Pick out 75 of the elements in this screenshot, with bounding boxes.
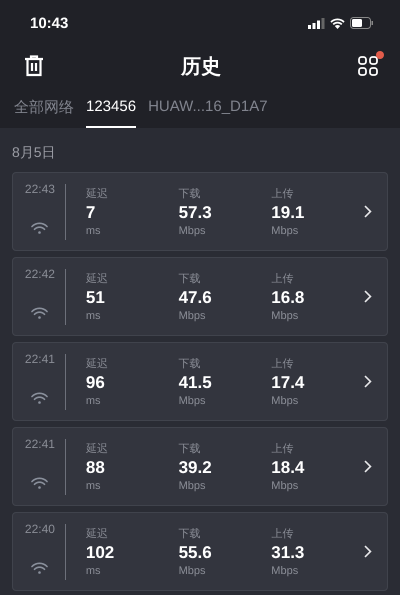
network-tab[interactable]: 全部网络 bbox=[14, 98, 74, 128]
chevron-right-icon bbox=[364, 460, 372, 473]
metric-unit: Mbps bbox=[178, 225, 206, 237]
date-heading: 8月5日 bbox=[12, 144, 57, 162]
wifi-icon bbox=[31, 562, 48, 574]
record-card[interactable]: 22:41 延迟 88 ms 下载 39.2 Mbps 上传 18.4 Mbps bbox=[12, 427, 388, 506]
metric-label: 下载 bbox=[178, 442, 202, 456]
metric-unit: ms bbox=[86, 395, 102, 407]
metric-label: 上传 bbox=[271, 357, 294, 371]
metric-label: 延迟 bbox=[86, 187, 109, 201]
metric-unit: Mbps bbox=[271, 480, 300, 492]
signal-icon bbox=[308, 18, 325, 28]
metric-value: 57.3 bbox=[178, 203, 213, 223]
metric-value: 41.5 bbox=[178, 373, 213, 393]
metric-label: 上传 bbox=[271, 272, 294, 286]
chevron-right-icon bbox=[364, 545, 372, 558]
wifi-icon bbox=[31, 477, 48, 489]
metric-label: 上传 bbox=[271, 187, 294, 201]
metric-value: 19.1 bbox=[271, 203, 306, 223]
metric-value: 17.4 bbox=[271, 373, 306, 393]
metric-unit: ms bbox=[86, 565, 102, 577]
metric-label: 下载 bbox=[178, 357, 202, 371]
metric-unit: Mbps bbox=[271, 310, 300, 322]
chevron-right-icon bbox=[364, 290, 372, 303]
chevron-right-icon bbox=[364, 375, 372, 388]
page-title: 历史 bbox=[181, 54, 221, 80]
wifi-icon bbox=[330, 18, 345, 28]
metric-label: 上传 bbox=[271, 442, 294, 456]
wifi-icon bbox=[31, 392, 48, 404]
chevron-right-icon bbox=[364, 205, 372, 218]
record-time: 22:41 bbox=[24, 437, 55, 451]
metric-value: 7 bbox=[86, 203, 96, 223]
metric-value: 16.8 bbox=[271, 288, 306, 308]
metric-unit: Mbps bbox=[271, 395, 300, 407]
record-card[interactable]: 22:40 延迟 102 ms 下载 55.6 Mbps 上传 31.3 Mbps bbox=[12, 512, 388, 591]
record-time: 22:41 bbox=[24, 352, 55, 366]
network-tab[interactable]: HUAW...16_D1A7 bbox=[148, 98, 268, 128]
metric-label: 下载 bbox=[178, 272, 202, 286]
metric-unit: Mbps bbox=[178, 480, 206, 492]
metric-value: 39.2 bbox=[178, 458, 213, 478]
record-time: 22:40 bbox=[24, 522, 55, 536]
metric-unit: Mbps bbox=[178, 310, 206, 322]
metric-unit: Mbps bbox=[271, 225, 300, 237]
metric-value: 96 bbox=[86, 373, 106, 393]
metric-unit: Mbps bbox=[178, 395, 206, 407]
metric-label: 延迟 bbox=[86, 527, 109, 541]
metric-label: 上传 bbox=[271, 527, 294, 541]
metric-label: 延迟 bbox=[86, 442, 109, 456]
metric-label: 下载 bbox=[178, 527, 202, 541]
metric-value: 47.6 bbox=[178, 288, 213, 308]
record-time: 22:43 bbox=[24, 182, 55, 196]
metric-value: 18.4 bbox=[271, 458, 306, 478]
metric-value: 88 bbox=[86, 458, 106, 478]
metric-unit: ms bbox=[86, 225, 102, 237]
record-card[interactable]: 22:43 延迟 7 ms 下载 57.3 Mbps 上传 19.1 Mbps bbox=[12, 172, 388, 251]
record-card[interactable]: 22:42 延迟 51 ms 下载 47.6 Mbps 上传 16.8 Mbps bbox=[12, 257, 388, 336]
metric-value: 31.3 bbox=[271, 543, 306, 563]
battery-icon bbox=[350, 17, 374, 29]
wifi-icon bbox=[31, 307, 48, 319]
metric-unit: Mbps bbox=[271, 565, 300, 577]
metric-unit: ms bbox=[86, 310, 102, 322]
record-card[interactable]: 22:41 延迟 96 ms 下载 41.5 Mbps 上传 17.4 Mbps bbox=[12, 342, 388, 421]
metric-unit: ms bbox=[86, 480, 102, 492]
status-time: 10:43 bbox=[30, 14, 68, 32]
record-time: 22:42 bbox=[24, 267, 55, 281]
metric-value: 102 bbox=[86, 543, 116, 563]
metric-unit: Mbps bbox=[178, 565, 206, 577]
metric-label: 延迟 bbox=[86, 357, 109, 371]
wifi-icon bbox=[31, 222, 48, 234]
metric-label: 下载 bbox=[178, 187, 202, 201]
metric-label: 延迟 bbox=[86, 272, 109, 286]
metric-value: 55.6 bbox=[178, 543, 213, 563]
metric-value: 51 bbox=[86, 288, 106, 308]
grid-menu-icon[interactable] bbox=[358, 56, 378, 76]
trash-icon[interactable] bbox=[24, 55, 44, 77]
